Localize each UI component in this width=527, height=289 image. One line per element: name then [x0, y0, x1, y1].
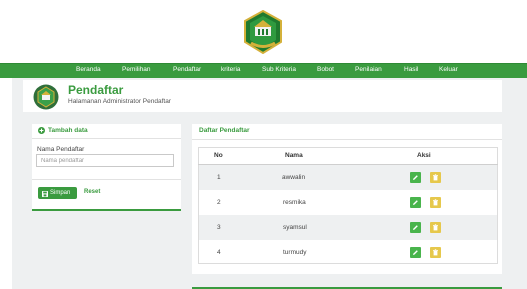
nav-kriteria[interactable]: kriteria [221, 66, 241, 73]
column-header-no: No [214, 152, 223, 159]
form-divider [32, 179, 181, 180]
page-title: Pendaftar [68, 83, 124, 97]
list-divider [192, 139, 502, 140]
table-row: 1 awwalin [199, 165, 497, 190]
row-nama: syamsul [283, 224, 307, 231]
table-row: 3 syamsul [199, 215, 497, 240]
nama-pendaftar-label: Nama Pendaftar [37, 146, 85, 153]
logo-emblem-icon [243, 9, 283, 55]
column-header-nama: Nama [285, 152, 303, 159]
edit-button[interactable] [410, 172, 421, 183]
delete-button[interactable] [430, 197, 441, 208]
nav-hasil[interactable]: Hasil [404, 66, 418, 73]
trash-icon [433, 199, 438, 206]
pencil-icon [413, 225, 418, 230]
table-row: 2 resmika [199, 190, 497, 215]
reset-button[interactable]: Reset [84, 189, 100, 195]
save-button-label: Simpan [50, 190, 71, 196]
pencil-icon [413, 200, 418, 205]
add-data-heading: Tambah data [48, 127, 88, 134]
nav-sub-kriteria[interactable]: Sub Kriteria [262, 66, 296, 73]
nama-pendaftar-input[interactable] [36, 154, 174, 167]
floppy-disk-icon [42, 190, 48, 197]
delete-button[interactable] [430, 247, 441, 258]
column-header-aksi: Aksi [417, 152, 431, 159]
nav-beranda[interactable]: Beranda [76, 66, 101, 73]
trash-icon [433, 224, 438, 231]
plus-circle-icon [38, 127, 45, 134]
edit-button[interactable] [410, 222, 421, 233]
page-subtitle: Halamanan Administrator Pendaftar [68, 98, 171, 105]
row-no: 2 [217, 199, 221, 206]
pencil-icon [413, 250, 418, 255]
delete-button[interactable] [430, 172, 441, 183]
save-button[interactable]: Simpan [38, 187, 77, 199]
registrant-list-title: Daftar Pendaftar [199, 127, 250, 134]
delete-button[interactable] [430, 222, 441, 233]
school-emblem-icon [33, 84, 59, 110]
row-nama: awwalin [282, 174, 306, 181]
trash-icon [433, 249, 438, 256]
nav-keluar[interactable]: Keluar [439, 66, 458, 73]
row-nama: resmika [283, 199, 306, 206]
row-no: 1 [217, 174, 221, 181]
nav-bobot[interactable]: Bobot [317, 66, 334, 73]
row-nama: turmudy [283, 249, 307, 256]
row-no: 3 [217, 224, 221, 231]
top-navbar: Beranda Pemilihan Pendaftar kriteria Sub… [0, 63, 527, 78]
row-no: 4 [217, 249, 221, 256]
table-row: 4 turmudy [199, 240, 497, 265]
trash-icon [433, 174, 438, 181]
nav-pemilihan[interactable]: Pemilihan [122, 66, 151, 73]
edit-button[interactable] [410, 197, 421, 208]
nav-pendaftar[interactable]: Pendaftar [173, 66, 201, 73]
nav-penilaian[interactable]: Penilaian [355, 66, 382, 73]
pencil-icon [413, 175, 418, 180]
edit-button[interactable] [410, 247, 421, 258]
